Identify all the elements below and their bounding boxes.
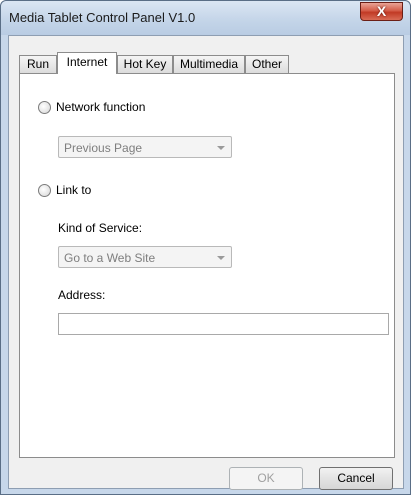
- link-to-label: Link to: [56, 183, 92, 197]
- tab-multimedia[interactable]: Multimedia: [173, 55, 245, 73]
- network-function-label: Network function: [56, 100, 146, 114]
- address-label: Address:: [58, 288, 106, 302]
- chevron-down-icon: [217, 146, 225, 150]
- window-title: Media Tablet Control Panel V1.0: [9, 10, 196, 25]
- dialog-client-area: Run Internet Hot Key Multimedia Other Ne…: [8, 35, 404, 490]
- close-icon: X: [376, 3, 387, 19]
- tab-other[interactable]: Other: [245, 55, 289, 73]
- tab-internet[interactable]: Internet: [57, 52, 117, 74]
- close-button[interactable]: X: [360, 2, 403, 21]
- ok-button[interactable]: OK: [229, 467, 303, 490]
- network-function-dropdown[interactable]: Previous Page: [58, 136, 232, 158]
- chevron-down-icon: [217, 256, 225, 260]
- network-function-radio[interactable]: [38, 101, 51, 114]
- link-to-radio[interactable]: [38, 184, 51, 197]
- address-input[interactable]: [58, 313, 389, 335]
- kind-of-service-dropdown[interactable]: Go to a Web Site: [58, 246, 232, 268]
- dialog-window: Media Tablet Control Panel V1.0 X Run In…: [0, 0, 411, 495]
- cancel-button[interactable]: Cancel: [319, 467, 393, 490]
- kind-of-service-label: Kind of Service:: [58, 221, 143, 235]
- kind-of-service-value: Go to a Web Site: [64, 251, 156, 265]
- tab-hot-key[interactable]: Hot Key: [117, 55, 173, 73]
- tab-run[interactable]: Run: [19, 55, 57, 73]
- title-bar[interactable]: Media Tablet Control Panel V1.0 X: [1, 1, 410, 35]
- internet-tab-panel: Network function Previous Page Link to K…: [19, 73, 395, 458]
- network-function-value: Previous Page: [64, 141, 143, 155]
